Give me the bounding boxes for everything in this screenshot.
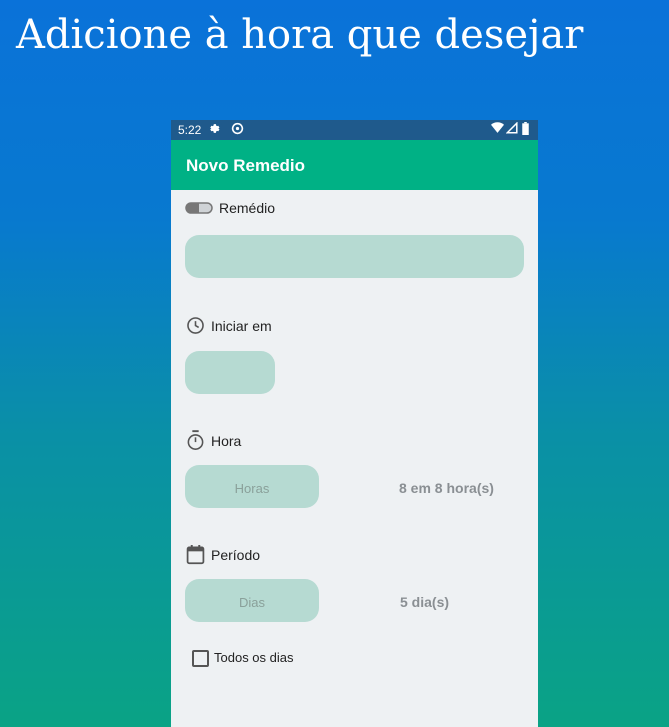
remedio-label: Remédio — [219, 200, 276, 216]
signal-icon — [505, 121, 518, 138]
hora-label-row: Hora — [186, 430, 241, 451]
clock-icon — [186, 316, 205, 335]
timer-icon — [186, 430, 205, 451]
phone-screen: 5:22 Novo Remedio Remédio Iniciar em Hor… — [171, 120, 538, 727]
periodo-label-row: Período — [186, 544, 260, 565]
iniciar-label-row: Iniciar em — [186, 316, 272, 335]
todos-os-dias-label: Todos os dias — [214, 650, 294, 665]
iniciar-label: Iniciar em — [211, 317, 272, 334]
app-bar: Novo Remedio — [171, 140, 538, 190]
calendar-icon — [186, 544, 205, 565]
app-bar-title: Novo Remedio — [186, 156, 306, 175]
location-icon — [231, 122, 244, 139]
settings-icon — [207, 122, 220, 139]
dias-placeholder: Dias — [238, 595, 265, 610]
iniciar-date-input[interactable] — [185, 351, 275, 394]
todos-os-dias-checkbox[interactable] — [192, 650, 209, 667]
dias-input[interactable]: Dias — [185, 579, 319, 622]
remedio-input[interactable] — [185, 235, 524, 278]
headline: Adicione à hora que desejar — [16, 12, 584, 58]
wifi-icon — [491, 122, 504, 138]
remedio-label-row: Remédio — [185, 200, 275, 216]
status-bar: 5:22 — [171, 120, 538, 140]
hora-label: Hora — [211, 432, 242, 449]
horas-placeholder: Horas — [234, 481, 270, 496]
todos-os-dias-text: Todos os dias — [214, 650, 294, 665]
pill-icon — [185, 202, 213, 214]
hora-interval-summary: 8 em 8 hora(s) — [399, 480, 494, 496]
horas-input[interactable]: Horas — [185, 465, 319, 508]
periodo-label: Período — [211, 546, 261, 563]
periodo-summary: 5 dia(s) — [400, 594, 450, 610]
status-time: 5:22 — [178, 123, 202, 137]
battery-icon — [522, 122, 529, 139]
